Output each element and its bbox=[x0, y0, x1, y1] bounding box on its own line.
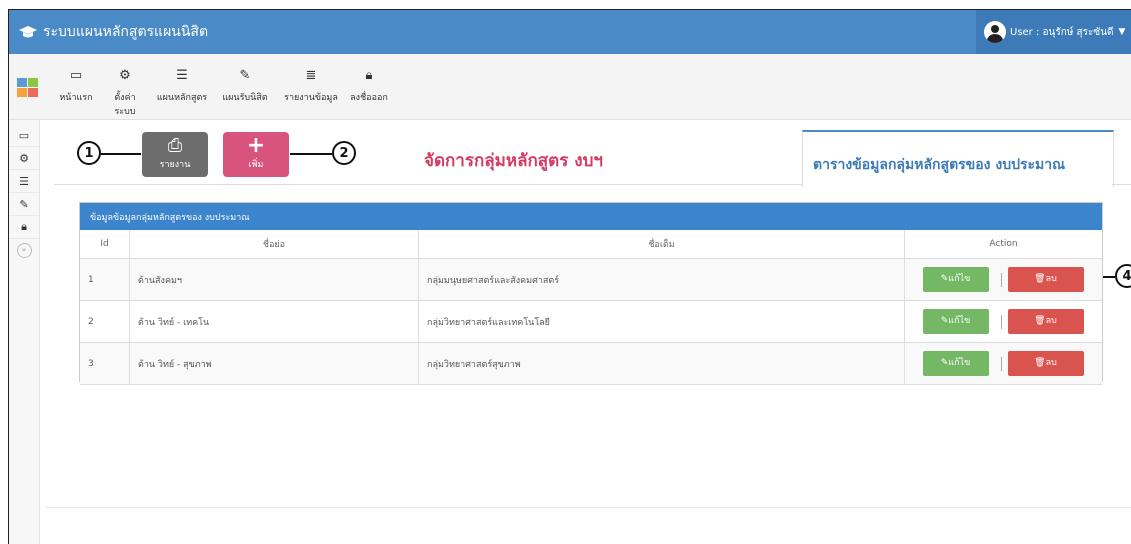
report-icon: ≣ bbox=[305, 68, 317, 83]
col-header-id: Id bbox=[80, 230, 130, 259]
edit-icon: ✎ bbox=[19, 197, 29, 211]
app-brand[interactable]: ระบบแผนหลักสูตรแผนนิสิต bbox=[19, 10, 208, 54]
menu-home[interactable]: ▭ หน้าแรก bbox=[59, 68, 93, 104]
delete-button[interactable]: 🗑︎ลบ bbox=[1007, 309, 1084, 334]
tab-label: ตารางข้อมูลกลุ่มหลักสูตรของ งบประมาณ bbox=[813, 157, 1066, 173]
table-row: 3 ด้าน วิทย์ - สุขภาพ กลุ่มวิทยาศาสตร์สุ… bbox=[80, 342, 1102, 385]
cell-id: 3 bbox=[80, 342, 130, 385]
cell-action: ✎แก้ไข 🗑︎ลบ bbox=[904, 258, 1102, 301]
tab-divider bbox=[54, 184, 802, 185]
edit-button[interactable]: ✎แก้ไข bbox=[922, 267, 989, 292]
chevron-right-icon: » bbox=[16, 242, 32, 258]
report-button[interactable]: ⎙ รายงาน bbox=[142, 132, 208, 177]
sidebar-item-admission[interactable]: ✎ bbox=[9, 193, 39, 216]
table-row: 1 ด้านสังคมฯ กลุ่มมนุษยศาสตร์และสังคมศาส… bbox=[80, 258, 1102, 301]
cell-full: กลุ่มวิทยาศาสตร์สุขภาพ bbox=[418, 342, 905, 385]
footer-divider bbox=[45, 507, 1131, 508]
monitor-icon: ▭ bbox=[69, 68, 83, 83]
col-header-full: ชื่อเต็ม bbox=[418, 230, 905, 259]
menu-logout[interactable]: 🔒︎ ลงชื่อออก bbox=[350, 68, 388, 104]
cell-action: ✎แก้ไข 🗑︎ลบ bbox=[904, 300, 1102, 343]
menu-admission[interactable]: ✎ แผนรับนิสิต bbox=[220, 68, 270, 104]
list-icon: ☰ bbox=[19, 174, 29, 188]
callout-line-1 bbox=[101, 153, 141, 155]
main-menu: ▭ หน้าแรก ⚙ ตั้งค่าระบบ ☰ แผนหลักสูตร ✎ … bbox=[9, 54, 1131, 120]
trash-icon: 🗑︎ bbox=[1034, 316, 1046, 326]
user-label: User : อนุรักษ์ สุระซันดี bbox=[1010, 26, 1114, 38]
table-row: 2 ด้าน วิทย์ - เทคโน กลุ่มวิทยาศาสตร์และ… bbox=[80, 300, 1102, 343]
trash-icon: 🗑︎ bbox=[1034, 274, 1046, 284]
data-panel: ข้อมูลข้อมูลกลุ่มหลักสูตรของ งบประมาณ Id… bbox=[79, 202, 1103, 385]
cell-id: 2 bbox=[80, 300, 130, 343]
callout-4: 4 bbox=[1115, 264, 1131, 288]
tab-divider-right bbox=[1112, 184, 1131, 185]
panel-title: ข้อมูลข้อมูลกลุ่มหลักสูตรของ งบประมาณ bbox=[80, 203, 1102, 230]
delete-button[interactable]: 🗑︎ลบ bbox=[1007, 351, 1084, 376]
sidebar-item-logout[interactable]: 🔒︎ bbox=[9, 216, 39, 239]
app-title: ระบบแผนหลักสูตรแผนนิสิต bbox=[43, 24, 209, 40]
sidebar-item-settings[interactable]: ⚙ bbox=[9, 147, 39, 170]
gears-icon: ⚙ bbox=[119, 68, 131, 83]
plus-icon: + bbox=[246, 133, 266, 158]
user-menu[interactable]: User : อนุรักษ์ สุระซันดี ▼ bbox=[976, 10, 1131, 54]
col-header-short: ชื่อย่อ bbox=[129, 230, 419, 259]
left-sidebar: ▭ ⚙ ☰ ✎ 🔒︎ » bbox=[9, 120, 40, 544]
edit-button[interactable]: ✎แก้ไข bbox=[922, 351, 989, 376]
graduation-cap-icon bbox=[19, 26, 37, 38]
cell-id: 1 bbox=[80, 258, 130, 301]
callout-line-2 bbox=[290, 153, 332, 155]
app-logo bbox=[17, 78, 39, 98]
cell-short: ด้าน วิทย์ - เทคโน bbox=[129, 300, 419, 343]
trash-icon: 🗑︎ bbox=[1034, 358, 1046, 368]
delete-button[interactable]: 🗑︎ลบ bbox=[1007, 267, 1084, 292]
data-table: Id ชื่อย่อ ชื่อเต็ม Action 1 ด้านสังคมฯ … bbox=[80, 230, 1102, 385]
cell-short: ด้านสังคมฯ bbox=[129, 258, 419, 301]
callout-2: 2 bbox=[332, 141, 356, 165]
top-bar: ระบบแผนหลักสูตรแผนนิสิต User : อนุรักษ์ … bbox=[9, 10, 1131, 54]
monitor-icon: ▭ bbox=[18, 128, 30, 142]
lock-icon: 🔒︎ bbox=[21, 220, 27, 233]
cell-action: ✎แก้ไข 🗑︎ลบ bbox=[904, 342, 1102, 385]
edit-button[interactable]: ✎แก้ไข bbox=[922, 309, 989, 334]
menu-settings[interactable]: ⚙ ตั้งค่าระบบ bbox=[104, 68, 146, 118]
page-title: จัดการกลุ่มหลักสูตร งบฯ bbox=[424, 151, 603, 171]
menu-curriculum[interactable]: ☰ แผนหลักสูตร bbox=[156, 68, 208, 104]
printer-icon: ⎙ bbox=[167, 135, 183, 156]
cell-short: ด้าน วิทย์ - สุขภาพ bbox=[129, 342, 419, 385]
sidebar-item-curriculum[interactable]: ☰ bbox=[9, 170, 39, 193]
cell-full: กลุ่มวิทยาศาสตร์และเทคโนโลยี bbox=[418, 300, 905, 343]
sidebar-item-home[interactable]: ▭ bbox=[9, 124, 39, 147]
gears-icon: ⚙ bbox=[19, 151, 29, 165]
add-button[interactable]: + เพิ่ม bbox=[223, 132, 289, 177]
caret-down-icon: ▼ bbox=[1118, 27, 1126, 37]
sidebar-collapse[interactable]: » bbox=[9, 239, 39, 261]
callout-1: 1 bbox=[77, 141, 101, 165]
cell-full: กลุ่มมนุษยศาสตร์และสังคมศาสตร์ bbox=[418, 258, 905, 301]
menu-report[interactable]: ≣ รายงานข้อมูล bbox=[283, 68, 339, 104]
lock-icon: 🔒︎ bbox=[365, 68, 373, 83]
col-header-action: Action bbox=[904, 230, 1102, 259]
list-icon: ☰ bbox=[176, 68, 188, 83]
edit-icon: ✎ bbox=[239, 68, 251, 83]
user-avatar-icon bbox=[984, 21, 1006, 43]
tab-table[interactable]: ตารางข้อมูลกลุ่มหลักสูตรของ งบประมาณ bbox=[802, 130, 1114, 187]
